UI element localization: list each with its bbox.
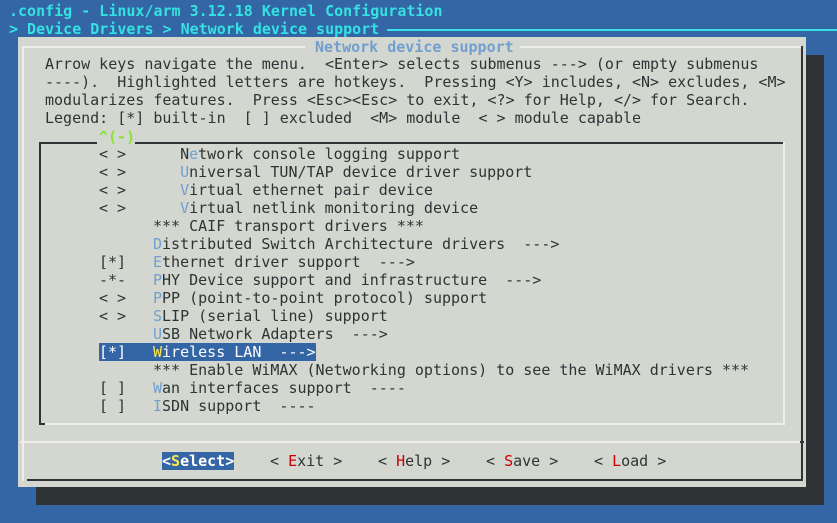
item-state[interactable]: < > (99, 181, 153, 199)
hotkey-letter: S (153, 307, 163, 325)
item-state[interactable]: < > (99, 145, 153, 163)
item-label: Virtual ethernet pair device (180, 181, 433, 199)
hotkey-letter: E (153, 253, 163, 271)
item-label: Distributed Switch Architecture drivers … (153, 235, 560, 253)
item-state[interactable]: < > (99, 307, 153, 325)
scroll-up-indicator[interactable]: ^(-) (99, 128, 135, 146)
item-label: SLIP (serial line) support (153, 307, 388, 325)
menu-box-border (39, 423, 45, 425)
breadcrumb: > Device Drivers > Network device suppor… (9, 20, 380, 38)
menu-item[interactable]: < > Universal TUN/TAP device driver supp… (99, 163, 532, 181)
item-label: PPP (point-to-point protocol) support (153, 289, 488, 307)
help-text-line: ----). Highlighted letters are hotkeys. … (45, 73, 786, 91)
menu-item[interactable]: < > Virtual netlink monitoring device (99, 199, 478, 217)
item-label: Wireless LAN ---> (153, 343, 316, 361)
dialog-border (801, 46, 803, 481)
hotkey-letter: P (153, 289, 163, 307)
menu-box-border (39, 142, 41, 425)
breadcrumb-rule (387, 29, 837, 31)
exit-button[interactable]: < Exit > (270, 452, 342, 470)
item-state[interactable]: [ ] (99, 397, 153, 415)
hotkey-letter: V (180, 199, 190, 217)
hotkey-letter: D (153, 235, 163, 253)
dialog-title: Network device support (315, 38, 514, 56)
button-bar-separator (20, 441, 804, 443)
item-state[interactable]: [*] (99, 343, 153, 361)
item-state[interactable]: [ ] (99, 379, 153, 397)
menu-item[interactable]: USB Network Adapters ---> (99, 325, 388, 343)
menu-item[interactable]: *** Enable WiMAX (Networking options) to… (99, 361, 749, 379)
hotkey-letter: I (153, 397, 163, 415)
menu-item[interactable]: < > SLIP (serial line) support (99, 307, 388, 325)
hotkey-letter: U (180, 163, 190, 181)
menu-item[interactable]: -*- PHY Device support and infrastructure… (99, 271, 541, 289)
item-label: Ethernet driver support ---> (153, 253, 415, 271)
menu-item[interactable]: [ ] ISDN support ---- (99, 397, 316, 415)
hotkey-letter: S (504, 452, 514, 470)
dialog-border (22, 46, 24, 481)
save-button[interactable]: < Save > (486, 452, 558, 470)
hotkey-letter: W (153, 379, 163, 397)
item-label: PHY Device support and infrastructure --… (153, 271, 542, 289)
item-state[interactable]: < > (99, 199, 153, 217)
hotkey-letter: V (180, 181, 190, 199)
dialog-border (520, 46, 802, 48)
hotkey-letter: W (153, 343, 163, 361)
menu-box-border (44, 423, 785, 425)
menu-item[interactable]: < > Network console logging support (99, 145, 460, 163)
hotkey-letter: H (396, 452, 406, 470)
hotkey-letter: L (612, 452, 622, 470)
menu-item[interactable]: *** CAIF transport drivers *** (99, 217, 424, 235)
hotkey-letter: U (153, 325, 163, 343)
legend-line: Legend: [*] built-in [ ] excluded <M> mo… (45, 109, 642, 127)
hotkey-letter: e (189, 145, 199, 163)
menu-item[interactable]: < > Virtual ethernet pair device (99, 181, 433, 199)
button-bar-separator (800, 441, 804, 443)
menu-box-border (783, 142, 785, 425)
item-label: USB Network Adapters ---> (153, 325, 388, 343)
window-title: .config - Linux/arm 3.12.18 Kernel Confi… (9, 2, 443, 20)
menu-item[interactable]: Distributed Switch Architecture drivers … (99, 235, 559, 253)
menu-item[interactable]: [*] Ethernet driver support ---> (99, 253, 415, 271)
load-button[interactable]: < Load > (594, 452, 666, 470)
hotkey-letter: P (153, 271, 163, 289)
item-label: Network console logging support (180, 145, 461, 163)
hotkey-letter: E (288, 452, 298, 470)
menu-box-border (135, 142, 785, 144)
hotkey-letter: S (171, 452, 181, 470)
menu-item[interactable]: [ ] Wan interfaces support ---- (99, 379, 406, 397)
menu-item[interactable]: [*] Wireless LAN ---> (99, 343, 316, 361)
item-label: Virtual netlink monitoring device (180, 199, 479, 217)
item-state[interactable]: < > (99, 289, 153, 307)
select-button[interactable]: <Select> (162, 452, 235, 470)
item-label: *** Enable WiMAX (Networking options) to… (153, 361, 750, 379)
item-state[interactable]: < > (99, 163, 153, 181)
item-state[interactable]: -*- (99, 271, 153, 289)
help-text-line: Arrow keys navigate the menu. <Enter> se… (45, 55, 759, 73)
dialog-border (22, 46, 305, 48)
dialog-border (27, 479, 803, 481)
help-button[interactable]: < Help > (378, 452, 450, 470)
menu-item[interactable]: < > PPP (point-to-point protocol) support (99, 289, 487, 307)
item-label: ISDN support ---- (153, 397, 316, 415)
item-label: Wan interfaces support ---- (153, 379, 406, 397)
help-text-line: modularizes features. Press <Esc><Esc> t… (45, 91, 750, 109)
item-state[interactable]: [*] (99, 253, 153, 271)
menu-box-border (39, 142, 97, 144)
item-label: *** CAIF transport drivers *** (153, 217, 424, 235)
item-label: Universal TUN/TAP device driver support (180, 163, 533, 181)
